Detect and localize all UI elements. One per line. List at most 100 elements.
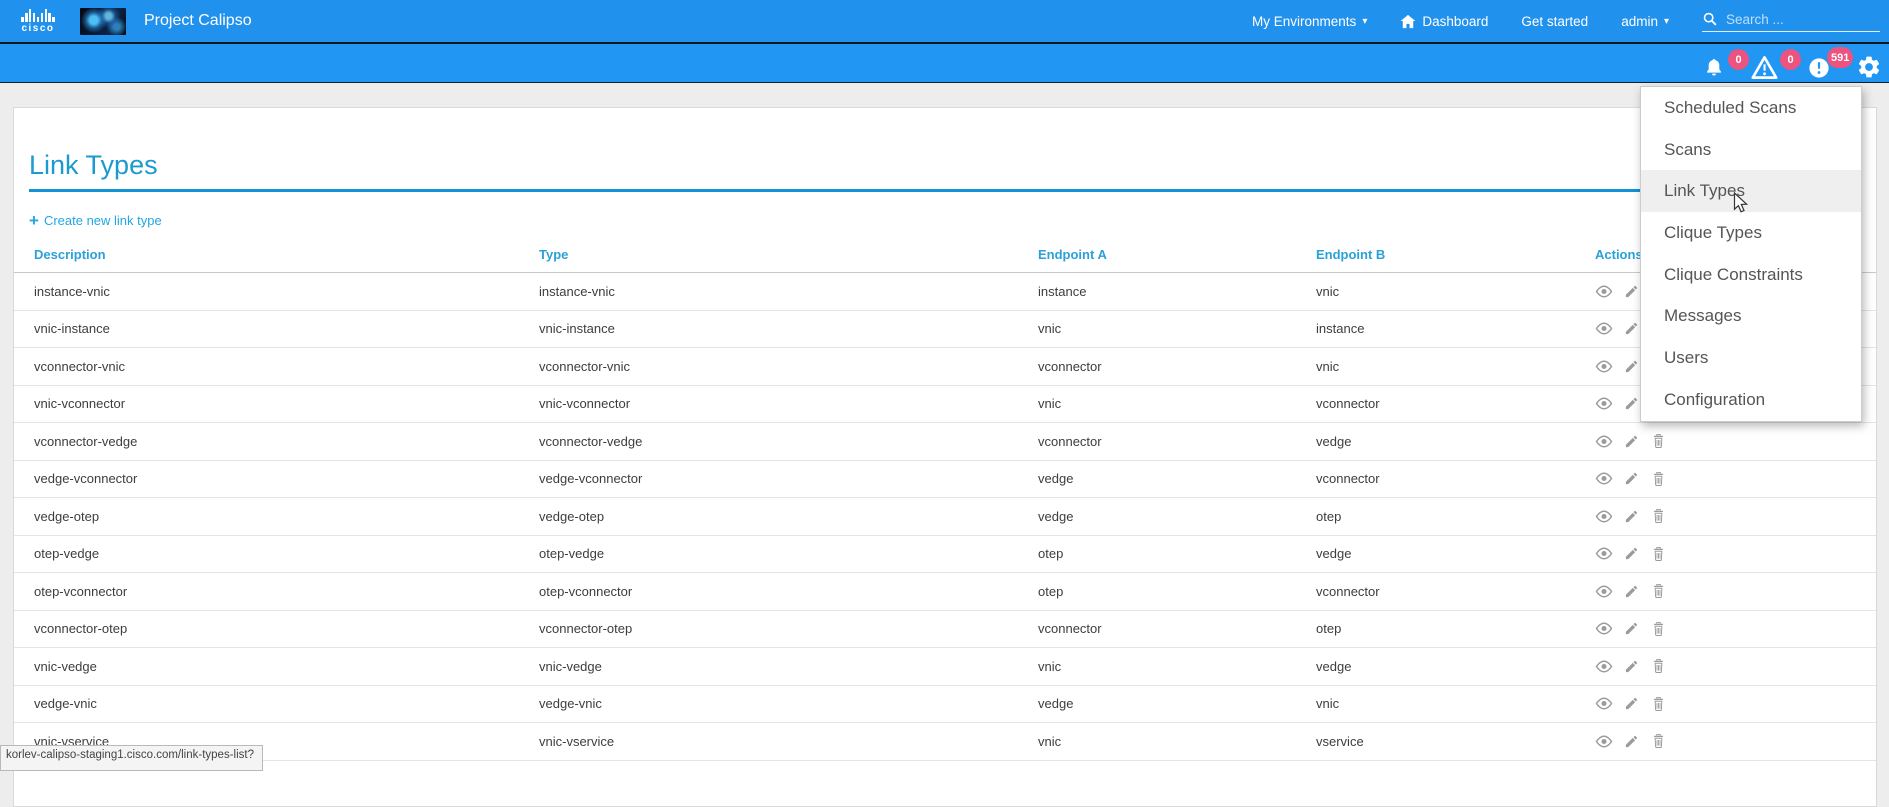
- cell-endpoint-a: vconnector: [1018, 423, 1296, 461]
- cell-type: vedge-otep: [519, 498, 1018, 536]
- cell-actions: [1575, 460, 1876, 498]
- view-eye-icon[interactable]: [1595, 620, 1613, 638]
- menu-item-messages[interactable]: Messages: [1641, 295, 1861, 337]
- cell-endpoint-b: vedge: [1296, 423, 1575, 461]
- view-eye-icon[interactable]: [1595, 732, 1613, 750]
- cell-endpoint-b: vnic: [1296, 348, 1575, 386]
- notifications-bell-icon[interactable]: [1703, 57, 1725, 84]
- menu-item-configuration[interactable]: Configuration: [1641, 379, 1861, 421]
- home-icon: [1400, 14, 1416, 29]
- table-row: vnic-instance vnic-instance vnic instanc…: [14, 310, 1876, 348]
- edit-pencil-icon[interactable]: [1622, 470, 1640, 488]
- table-row: otep-vconnector otep-vconnector otep vco…: [14, 573, 1876, 611]
- edit-pencil-icon[interactable]: [1622, 657, 1640, 675]
- view-eye-icon[interactable]: [1595, 432, 1613, 450]
- cell-description: otep-vconnector: [14, 573, 519, 611]
- cell-endpoint-b: vedge: [1296, 648, 1575, 686]
- delete-trash-icon[interactable]: [1649, 545, 1667, 563]
- view-eye-icon[interactable]: [1595, 582, 1613, 600]
- column-header-endpoint-b[interactable]: Endpoint B: [1296, 236, 1575, 273]
- table-row: vconnector-vnic vconnector-vnic vconnect…: [14, 348, 1876, 386]
- view-eye-icon[interactable]: [1595, 545, 1613, 563]
- cell-endpoint-b: vconnector: [1296, 573, 1575, 611]
- search-input[interactable]: [1724, 11, 1868, 28]
- delete-trash-icon[interactable]: [1649, 470, 1667, 488]
- settings-dropdown-menu: Scheduled Scans Scans Link Types Clique …: [1640, 86, 1862, 422]
- cell-type: vnic-vedge: [519, 648, 1018, 686]
- edit-pencil-icon[interactable]: [1622, 282, 1640, 300]
- view-eye-icon[interactable]: [1595, 507, 1613, 525]
- cell-type: vconnector-vedge: [519, 423, 1018, 461]
- create-new-link-type-link[interactable]: + Create new link type: [29, 213, 162, 228]
- delete-trash-icon[interactable]: [1649, 732, 1667, 750]
- cell-description: otep-vedge: [14, 535, 519, 573]
- cell-type: instance-vnic: [519, 273, 1018, 311]
- table-header-row: Description Type Endpoint A Endpoint B A…: [14, 236, 1876, 273]
- cell-endpoint-b: vnic: [1296, 685, 1575, 723]
- view-eye-icon[interactable]: [1595, 357, 1613, 375]
- edit-pencil-icon[interactable]: [1622, 320, 1640, 338]
- cell-endpoint-a: vnic: [1018, 385, 1296, 423]
- cell-type: vnic-vservice: [519, 723, 1018, 761]
- view-eye-icon[interactable]: [1595, 395, 1613, 413]
- cell-endpoint-a: otep: [1018, 535, 1296, 573]
- link-types-card: Link Types + Create new link type Descri…: [13, 107, 1877, 807]
- view-eye-icon[interactable]: [1595, 470, 1613, 488]
- errors-badge: 591: [1827, 47, 1853, 68]
- view-eye-icon[interactable]: [1595, 282, 1613, 300]
- table-row: vedge-vconnector vedge-vconnector vedge …: [14, 460, 1876, 498]
- nav-dashboard[interactable]: Dashboard: [1400, 14, 1488, 29]
- cell-endpoint-b: otep: [1296, 498, 1575, 536]
- edit-pencil-icon[interactable]: [1622, 432, 1640, 450]
- edit-pencil-icon[interactable]: [1622, 695, 1640, 713]
- edit-pencil-icon[interactable]: [1622, 545, 1640, 563]
- cell-actions: [1575, 723, 1876, 761]
- menu-item-link-types[interactable]: Link Types: [1641, 170, 1861, 212]
- cell-type: vnic-vconnector: [519, 385, 1018, 423]
- cell-actions: [1575, 423, 1876, 461]
- table-row: vnic-vservice vnic-vservice vnic vservic…: [14, 723, 1876, 761]
- edit-pencil-icon[interactable]: [1622, 582, 1640, 600]
- delete-trash-icon[interactable]: [1649, 620, 1667, 638]
- delete-trash-icon[interactable]: [1649, 657, 1667, 675]
- edit-pencil-icon[interactable]: [1622, 395, 1640, 413]
- column-header-description[interactable]: Description: [14, 236, 519, 273]
- column-header-endpoint-a[interactable]: Endpoint A: [1018, 236, 1296, 273]
- edit-pencil-icon[interactable]: [1622, 507, 1640, 525]
- brand-title[interactable]: Project Calipso: [144, 12, 252, 30]
- cell-endpoint-b: otep: [1296, 610, 1575, 648]
- edit-pencil-icon[interactable]: [1622, 620, 1640, 638]
- view-eye-icon[interactable]: [1595, 320, 1613, 338]
- warnings-triangle-icon[interactable]: [1751, 55, 1778, 85]
- cell-endpoint-a: vnic: [1018, 310, 1296, 348]
- nav-my-environments[interactable]: My Environments ▾: [1252, 14, 1367, 29]
- search-box[interactable]: [1702, 11, 1880, 32]
- cell-endpoint-b: instance: [1296, 310, 1575, 348]
- table-row: vnic-vconnector vnic-vconnector vnic vco…: [14, 385, 1876, 423]
- edit-pencil-icon[interactable]: [1622, 357, 1640, 375]
- nav-get-started[interactable]: Get started: [1521, 14, 1588, 29]
- delete-trash-icon[interactable]: [1649, 432, 1667, 450]
- edit-pencil-icon[interactable]: [1622, 732, 1640, 750]
- menu-item-scheduled-scans[interactable]: Scheduled Scans: [1641, 87, 1861, 129]
- status-url-tooltip: korlev-calipso-staging1.cisco.com/link-t…: [0, 745, 263, 771]
- delete-trash-icon[interactable]: [1649, 507, 1667, 525]
- view-eye-icon[interactable]: [1595, 695, 1613, 713]
- view-eye-icon[interactable]: [1595, 657, 1613, 675]
- cell-endpoint-a: instance: [1018, 273, 1296, 311]
- cell-description: vconnector-otep: [14, 610, 519, 648]
- menu-item-clique-constraints[interactable]: Clique Constraints: [1641, 254, 1861, 296]
- title-underline: [29, 189, 1862, 192]
- settings-gear-icon[interactable]: [1856, 54, 1882, 85]
- delete-trash-icon[interactable]: [1649, 582, 1667, 600]
- delete-trash-icon[interactable]: [1649, 695, 1667, 713]
- chevron-down-icon: ▾: [1664, 17, 1669, 27]
- menu-item-clique-types[interactable]: Clique Types: [1641, 212, 1861, 254]
- column-header-type[interactable]: Type: [519, 236, 1018, 273]
- menu-item-scans[interactable]: Scans: [1641, 129, 1861, 171]
- bar-separator: [0, 42, 1889, 44]
- menu-item-users[interactable]: Users: [1641, 337, 1861, 379]
- table-row: vnic-vedge vnic-vedge vnic vedge: [14, 648, 1876, 686]
- cell-description: vedge-vconnector: [14, 460, 519, 498]
- nav-user-admin[interactable]: admin ▾: [1621, 14, 1669, 29]
